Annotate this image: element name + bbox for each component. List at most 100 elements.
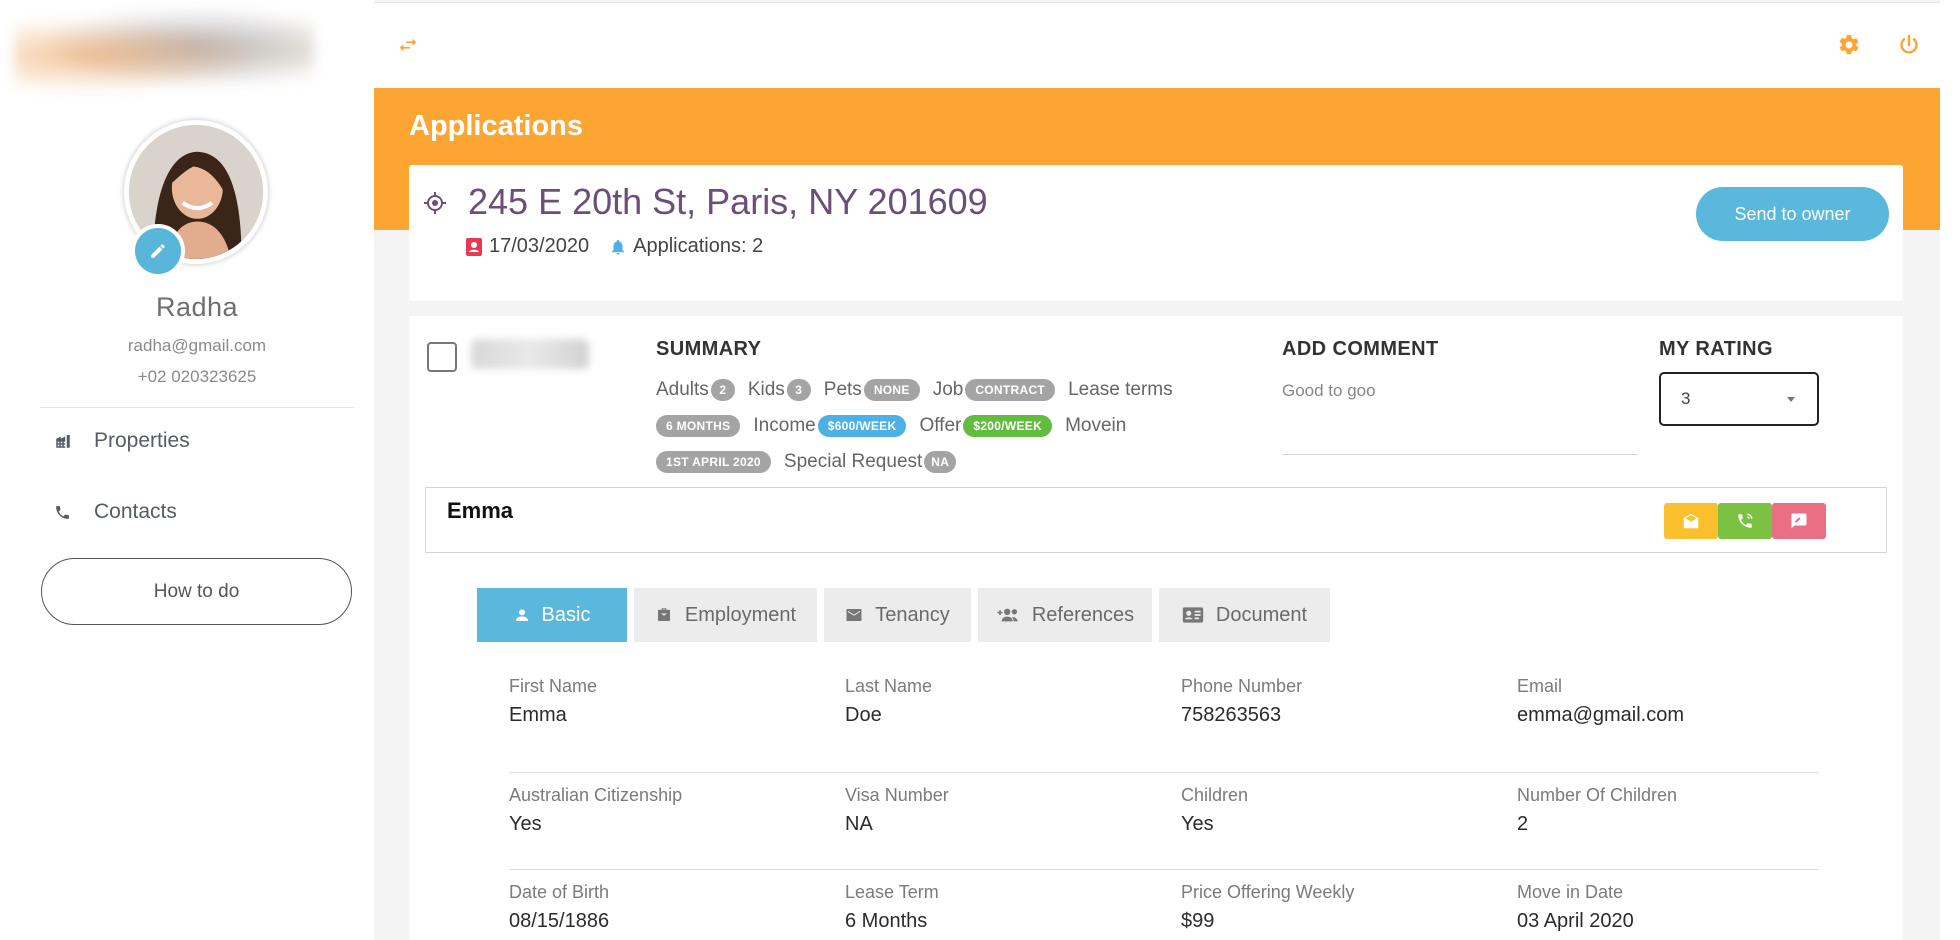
blurred-logo[interactable] [14,6,314,96]
info-cell: Email emma@gmail.com [1517,676,1684,727]
info-value: 08/15/1886 [509,910,610,932]
envelope-icon [846,609,862,621]
briefcase-icon [657,608,670,621]
summary-label: Income [753,415,816,436]
info-label: Move in Date [1517,882,1624,902]
chat-icon [1791,513,1807,529]
info-label: Last Name [845,676,933,696]
info-row: Date of Birth 08/15/1886 Lease Term 6 Mo… [509,870,1819,940]
basic-info-grid: First Name Emma Last Name Doe Phone Numb… [509,676,1819,940]
tab-label: Document [1215,603,1308,626]
location-target-icon [423,191,447,220]
comment-input[interactable]: Good to goo [1282,381,1376,401]
info-value: NA [845,813,873,835]
gear-icon[interactable] [1836,32,1862,58]
sidebar: Radha radha@gmail.com +02 020323625 Prop… [0,0,374,940]
info-cell: Last Name Doe [845,676,932,727]
bell-icon [612,239,625,254]
kids-badge: 3 [786,379,811,401]
power-icon[interactable] [1896,32,1922,58]
summary-label: Movein [1065,415,1127,436]
property-card: 245 E 20th St, Paris, NY 201609 17/03/20… [409,165,1903,301]
swap-icon[interactable] [396,33,420,57]
call-button[interactable] [1718,503,1772,539]
summary-label: Kids [747,379,785,400]
info-cell: Move in Date 03 April 2020 [1517,882,1634,933]
property-applications: Applications: 2 [609,235,763,258]
tab-label: Tenancy [875,603,950,626]
info-row: Australian Citizenship Yes Visa Number N… [509,773,1819,870]
top-bar [374,2,1940,88]
user-name: Radha [155,292,239,322]
offer-badge: $200/WEEK [963,415,1053,437]
tab-basic[interactable]: Basic [477,588,627,642]
info-row: First Name Emma Last Name Doe Phone Numb… [509,676,1819,773]
applications-count: Applications: 2 [633,235,764,257]
avatar-container [124,120,268,278]
info-cell: Children Yes [1181,785,1248,836]
send-to-owner-button[interactable]: Send to owner [1696,187,1889,241]
email-button[interactable] [1664,503,1718,539]
info-value: Yes [509,813,542,835]
phone-ring-icon [1738,513,1753,528]
info-value: $99 [1181,910,1215,932]
tab-tenancy[interactable]: Tenancy [824,588,971,642]
sidebar-item-label: Contacts [94,500,177,523]
summary-label: Job [932,379,964,400]
info-label: Lease Term [845,882,939,902]
pets-badge: NONE [863,379,920,401]
people-add-icon [997,608,1018,622]
applicant-bar: Emma [425,487,1887,553]
summary-details: Adults 2 Kids 3 Pets NONE Job CONTRACT L… [656,372,1256,480]
comment-underline [1282,454,1638,455]
summary-label: Adults [656,379,709,400]
info-value: 758263563 [1181,704,1282,726]
rating-select[interactable]: 3 [1659,372,1819,426]
tab-references[interactable]: References [978,588,1152,642]
info-label: Phone Number [1181,676,1303,696]
sidebar-item-properties[interactable]: Properties [54,429,190,453]
info-label: Email [1517,676,1563,696]
user-email: radha@gmail.com [127,336,267,355]
property-date: 17/03/2020 [465,235,589,258]
info-cell: Number Of Children 2 [1517,785,1677,836]
select-checkbox[interactable] [427,342,457,372]
tab-label: Employment [684,603,797,626]
info-value: 2 [1517,813,1529,835]
message-button[interactable] [1772,503,1826,539]
my-rating-title: MY RATING [1659,338,1773,360]
property-date-text: 17/03/2020 [489,235,590,257]
summary-label: Offer [919,415,962,436]
open-envelope-icon [1683,513,1699,529]
contact-card-icon [466,237,482,256]
info-value: Doe [845,704,882,726]
summary-label: Lease terms [1068,379,1173,400]
info-cell: Lease Term 6 Months [845,882,939,933]
pencil-icon [151,244,165,258]
info-label: Australian Citizenship [509,785,683,805]
lease-badge: 6 MONTHS [656,415,741,437]
income-badge: $600/WEEK [817,415,907,437]
info-label: Visa Number [845,785,949,805]
info-cell: Visa Number NA [845,785,949,836]
sidebar-item-contacts[interactable]: Contacts [54,500,177,524]
edit-avatar-button[interactable] [131,224,185,278]
tab-employment[interactable]: Employment [634,588,817,642]
info-cell: Phone Number 758263563 [1181,676,1302,727]
property-meta: 17/03/2020 Applications: 2 [465,235,783,258]
info-value: Yes [1181,813,1214,835]
special-request-badge: NA [924,451,957,473]
rating-value: 3 [1681,389,1691,408]
tab-document[interactable]: Document [1159,588,1330,642]
applicant-tabs: Basic Employment Tenancy References Docu… [477,588,1337,642]
sidebar-divider [40,407,354,408]
info-label: Price Offering Weekly [1181,882,1355,902]
application-card: SUMMARY Adults 2 Kids 3 Pets NONE Job CO… [409,316,1903,940]
property-address: 245 E 20th St, Paris, NY 201609 [468,181,988,222]
blurred-applicant-name [471,339,589,369]
person-icon [515,609,528,621]
info-value: emma@gmail.com [1517,704,1685,726]
summary-line: 1ST APRIL 2020 Special Request NA [656,444,1256,480]
movein-badge: 1ST APRIL 2020 [656,451,771,473]
how-to-do-button[interactable]: How to do [41,558,352,625]
